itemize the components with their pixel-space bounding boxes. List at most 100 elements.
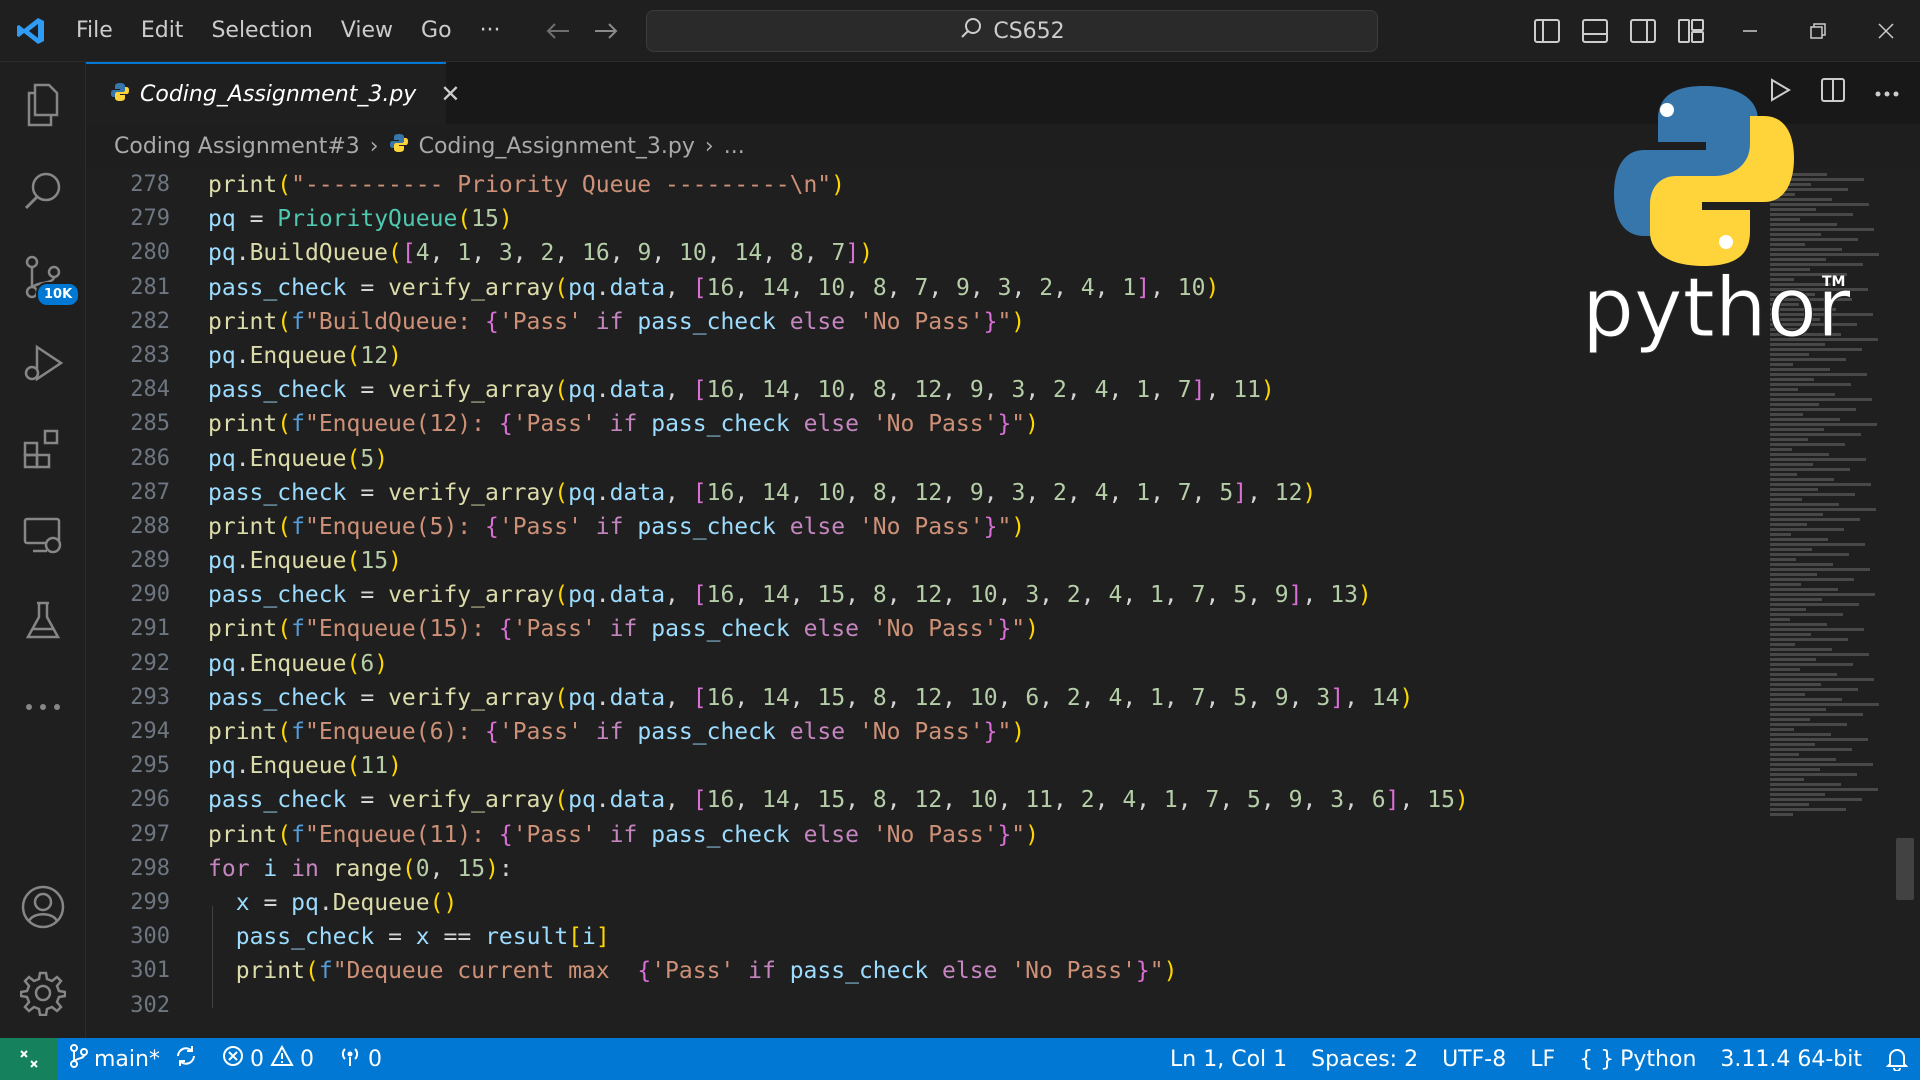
minimap-line	[1770, 548, 1812, 551]
minimap-line	[1770, 428, 1824, 431]
title-bar: File Edit Selection View Go ··· CS652	[0, 0, 1920, 62]
code-line[interactable]: pq.Enqueue(5)	[208, 442, 1469, 476]
indentation[interactable]: Spaces: 2	[1299, 1038, 1430, 1080]
code-line[interactable]: pq.BuildQueue([4, 1, 3, 2, 16, 9, 10, 14…	[208, 236, 1469, 270]
minimize-icon[interactable]	[1716, 0, 1784, 62]
code-line[interactable]: pq.Enqueue(6)	[208, 647, 1469, 681]
end-of-line[interactable]: LF	[1518, 1038, 1567, 1080]
python-file-icon	[110, 82, 130, 106]
minimap-line	[1770, 693, 1805, 696]
code-line[interactable]: pass_check = verify_array(pq.data, [16, …	[208, 578, 1469, 612]
search-icon[interactable]	[0, 148, 86, 234]
explorer-icon[interactable]	[0, 62, 86, 148]
encoding[interactable]: UTF-8	[1430, 1038, 1518, 1080]
python-interpreter[interactable]: 3.11.4 64-bit	[1708, 1038, 1874, 1080]
settings-gear-icon[interactable]	[0, 950, 86, 1036]
minimap-line	[1770, 458, 1866, 461]
tab-close-icon[interactable]: ✕	[440, 80, 460, 108]
remote-explorer-icon[interactable]	[0, 492, 86, 578]
breadcrumb-folder[interactable]: Coding Assignment#3	[114, 134, 360, 159]
minimap-line	[1770, 533, 1791, 536]
more-actions-icon[interactable]	[1874, 83, 1900, 102]
line-number: 281	[130, 274, 170, 300]
git-branch-status[interactable]: main*	[58, 1038, 210, 1080]
menu-file[interactable]: File	[62, 11, 127, 51]
code-line[interactable]: print(f"Dequeue current max {'Pass' if p…	[208, 954, 1469, 988]
forward-arrow-icon[interactable]	[591, 16, 621, 46]
back-arrow-icon[interactable]	[543, 16, 573, 46]
minimap-line	[1770, 528, 1844, 531]
minimap-line	[1770, 483, 1871, 486]
line-number: 291	[130, 616, 170, 642]
code-line[interactable]: print("---------- Priority Queue -------…	[208, 168, 1469, 202]
line-number: 289	[130, 548, 170, 574]
breadcrumb-symbols[interactable]: ...	[724, 134, 745, 159]
code-line[interactable]: x = pq.Dequeue()	[208, 886, 1469, 920]
minimap-line	[1770, 583, 1801, 586]
menu-view[interactable]: View	[327, 11, 407, 51]
toggle-panel-icon[interactable]	[1578, 14, 1612, 48]
code-line[interactable]: pq = PriorityQueue(15)	[208, 202, 1469, 236]
minimap-line	[1770, 403, 1819, 406]
code-line[interactable]: for i in range(0, 15):	[208, 852, 1469, 886]
close-window-icon[interactable]	[1852, 0, 1920, 62]
minimap-line	[1770, 793, 1825, 796]
code-line[interactable]: print(f"Enqueue(5): {'Pass' if pass_chec…	[208, 510, 1469, 544]
code-line[interactable]: print(f"Enqueue(11): {'Pass' if pass_che…	[208, 818, 1469, 852]
toggle-secondary-sidebar-icon[interactable]	[1626, 14, 1660, 48]
code-line[interactable]: pass_check = verify_array(pq.data, [16, …	[208, 783, 1469, 817]
line-number: 278	[130, 172, 170, 197]
vertical-scrollbar[interactable]	[1896, 838, 1914, 900]
minimap-line	[1770, 558, 1796, 561]
command-center-search[interactable]: CS652	[646, 10, 1378, 52]
code-line[interactable]: pq.Enqueue(12)	[208, 339, 1469, 373]
cursor-position[interactable]: Ln 1, Col 1	[1158, 1038, 1299, 1080]
menu-selection[interactable]: Selection	[197, 11, 326, 51]
line-number: 290	[130, 582, 170, 608]
minimap-line	[1770, 623, 1827, 626]
code-line[interactable]: print(f"Enqueue(12): {'Pass' if pass_che…	[208, 407, 1469, 441]
code-line[interactable]: pass_check = verify_array(pq.data, [16, …	[208, 373, 1469, 407]
language-mode[interactable]: { } Python	[1567, 1038, 1708, 1080]
code-line[interactable]: pass_check = verify_array(pq.data, [16, …	[208, 476, 1469, 510]
code-line[interactable]: print(f"Enqueue(6): {'Pass' if pass_chec…	[208, 715, 1469, 749]
minimap-line	[1770, 723, 1847, 726]
code-line[interactable]: pass_check = verify_array(pq.data, [16, …	[208, 681, 1469, 715]
run-debug-icon[interactable]	[0, 320, 86, 406]
code-line[interactable]	[208, 989, 1469, 1023]
tab-coding-assignment[interactable]: Coding_Assignment_3.py ✕	[86, 62, 460, 124]
code-line[interactable]: pq.Enqueue(15)	[208, 544, 1469, 578]
notifications-bell-icon[interactable]	[1874, 1038, 1920, 1080]
breadcrumb-file[interactable]: Coding_Assignment_3.py	[419, 134, 695, 159]
code-line[interactable]: pass_check = x == result[i]	[208, 920, 1469, 954]
code-line[interactable]: pq.Enqueue(11)	[208, 749, 1469, 783]
menu-more[interactable]: ···	[466, 11, 515, 51]
chevron-right-icon: ›	[704, 133, 714, 159]
code-line[interactable]: pass_check = verify_array(pq.data, [16, …	[208, 271, 1469, 305]
testing-flask-icon[interactable]	[0, 578, 86, 664]
problems-status[interactable]: 0 0	[210, 1038, 326, 1080]
line-number: 302	[130, 992, 170, 1018]
extensions-icon[interactable]	[0, 406, 86, 492]
minimap-line	[1770, 393, 1835, 396]
line-number: 298	[130, 855, 170, 881]
customize-layout-icon[interactable]	[1674, 14, 1708, 48]
code-lines[interactable]: print("---------- Priority Queue -------…	[208, 168, 1469, 1023]
remote-indicator-icon[interactable]	[0, 1038, 58, 1080]
minimap-line	[1770, 673, 1837, 676]
vscode-logo-icon	[0, 0, 62, 62]
code-line[interactable]: print(f"Enqueue(15): {'Pass' if pass_che…	[208, 612, 1469, 646]
minimap-line	[1770, 468, 1850, 471]
minimap-line	[1770, 648, 1832, 651]
restore-icon[interactable]	[1784, 0, 1852, 62]
menu-edit[interactable]: Edit	[127, 11, 198, 51]
code-line[interactable]: print(f"BuildQueue: {'Pass' if pass_chec…	[208, 305, 1469, 339]
accounts-icon[interactable]	[0, 864, 86, 950]
toggle-primary-sidebar-icon[interactable]	[1530, 14, 1564, 48]
source-control-icon[interactable]: 10K	[0, 234, 86, 320]
ports-status[interactable]: 0	[326, 1038, 394, 1080]
more-views-icon[interactable]	[0, 664, 86, 750]
minimap-line	[1770, 773, 1857, 776]
menu-go[interactable]: Go	[407, 11, 466, 51]
sync-icon[interactable]	[174, 1044, 198, 1074]
